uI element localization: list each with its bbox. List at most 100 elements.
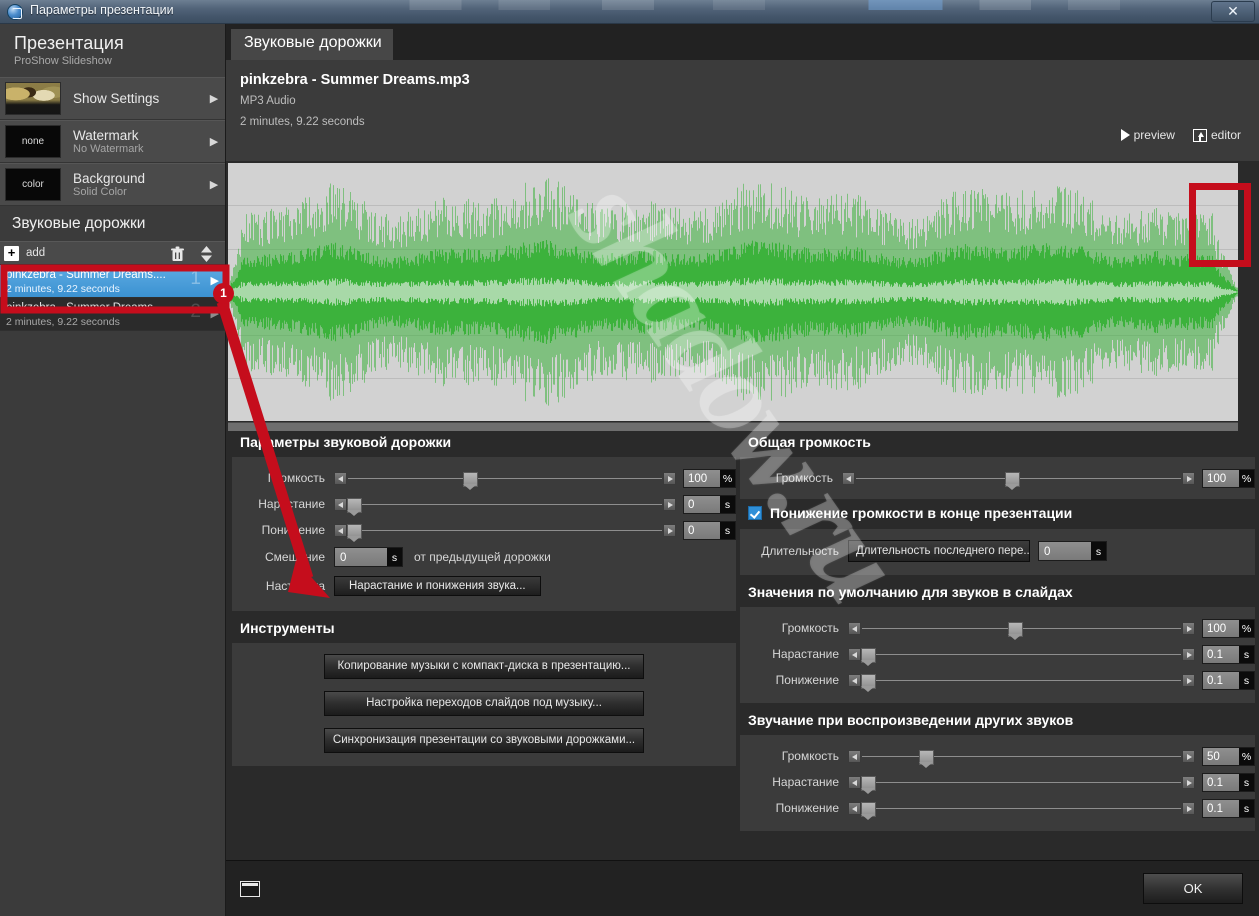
fade-duration-row: Длительность Длительность последнего пер…: [740, 536, 1255, 566]
value-unit: s: [1239, 799, 1254, 817]
decrement-button[interactable]: [334, 523, 347, 537]
decrement-button[interactable]: [848, 775, 861, 789]
slider-track[interactable]: [861, 673, 1181, 692]
decrement-button[interactable]: [848, 801, 861, 815]
decrement-button[interactable]: [848, 749, 861, 763]
sidebar-item-background[interactable]: color Background Solid Color ▶: [0, 163, 225, 206]
slider-thumb[interactable]: [347, 523, 363, 542]
slider-track[interactable]: [861, 775, 1181, 794]
value-input[interactable]: 0 s: [683, 494, 736, 514]
decrement-button[interactable]: [848, 621, 861, 635]
app-icon: [7, 4, 23, 20]
soundtracks-section-title: Звуковые дорожки: [0, 206, 225, 241]
sidebar-item-label: Show Settings: [73, 91, 160, 106]
increment-button[interactable]: [1182, 775, 1195, 789]
file-format: MP3 Audio: [240, 95, 296, 107]
trash-icon[interactable]: [170, 246, 185, 267]
tab-soundtracks[interactable]: Звуковые дорожки: [231, 29, 393, 60]
slider-thumb[interactable]: [861, 673, 877, 692]
fade-end-checkbox[interactable]: [748, 506, 762, 520]
file-actions: preview editor: [1120, 128, 1241, 142]
slider-thumb[interactable]: [861, 801, 877, 820]
decrement-button[interactable]: [334, 471, 347, 485]
sync-show-to-soundtrack-button[interactable]: Синхронизация презентации со звуковыми д…: [324, 728, 644, 753]
slider-thumb[interactable]: [861, 775, 877, 794]
slider-thumb[interactable]: [918, 749, 934, 768]
slider-track[interactable]: [347, 497, 662, 516]
sidebar-item-label: Background: [73, 170, 146, 186]
value-input[interactable]: 0.1 s: [1202, 644, 1255, 664]
sidebar-item-label: Watermark: [73, 127, 139, 143]
value-unit: %: [1239, 469, 1254, 487]
copy-cd-music-button[interactable]: Копирование музыки с компакт-диска в пре…: [324, 654, 644, 679]
value-input[interactable]: 0.1 s: [1202, 798, 1255, 818]
slider-thumb[interactable]: [347, 497, 363, 516]
value-number: 100: [684, 469, 720, 487]
increment-button[interactable]: [1182, 647, 1195, 661]
waveform-scrollbar[interactable]: [228, 422, 1238, 431]
fade-end-checkbox-row[interactable]: Понижение громкости в конце презентации: [740, 499, 1255, 529]
left-settings-column: Параметры звуковой дорожки Громкость 100…: [232, 431, 736, 772]
sync-slides-to-music-button[interactable]: Настройка переходов слайдов под музыку..…: [324, 691, 644, 716]
slideshow-photo-thumbnail: [5, 82, 61, 115]
chevron-right-icon: ▶: [209, 136, 219, 148]
table-row[interactable]: pinkzebra - Summer Dreams.... 2 minutes,…: [0, 265, 225, 298]
value-input[interactable]: 50 %: [1202, 746, 1255, 766]
group-track-params: Параметры звуковой дорожки Громкость 100…: [232, 431, 736, 611]
value-input[interactable]: 100 %: [1202, 618, 1255, 638]
close-icon[interactable]: ✕: [1211, 1, 1255, 22]
add-track-button[interactable]: + add: [4, 245, 46, 261]
value-input[interactable]: 100 %: [683, 468, 736, 488]
offset-row: Смещение 0 s от предыдущей дорожки: [232, 543, 736, 571]
increment-button[interactable]: [1182, 673, 1195, 687]
slider-track[interactable]: [347, 523, 662, 542]
fade-config-button[interactable]: Нарастание и понижения звука...: [334, 576, 541, 596]
value-unit: s: [720, 521, 735, 539]
decrement-button[interactable]: [842, 471, 855, 485]
table-row[interactable]: pinkzebra - Summer Dreams.... 2 minutes,…: [0, 298, 225, 331]
sidebar-item-show-settings[interactable]: Show Settings ▶: [0, 77, 225, 120]
file-duration: 2 minutes, 9.22 seconds: [240, 116, 365, 128]
slider-row-other-volume: Громкость 50 %: [740, 743, 1255, 769]
audio-waveform[interactable]: [228, 163, 1238, 421]
decrement-button[interactable]: [848, 673, 861, 687]
titlebar-background-glints: [380, 0, 1120, 10]
slider-thumb[interactable]: [463, 471, 479, 490]
play-icon: [1120, 129, 1130, 141]
increment-button[interactable]: [1182, 471, 1195, 485]
value-input[interactable]: 0.1 s: [1202, 670, 1255, 690]
ok-button[interactable]: OK: [1143, 873, 1243, 904]
value-input[interactable]: 0.1 s: [1202, 772, 1255, 792]
slider-track[interactable]: [861, 801, 1181, 820]
slider-track[interactable]: [861, 647, 1181, 666]
value-input[interactable]: 100 %: [1202, 468, 1255, 488]
increment-button[interactable]: [663, 471, 676, 485]
panel-toggle-icon[interactable]: [240, 881, 260, 897]
duration-select[interactable]: Длительность последнего пере...: [848, 540, 1030, 562]
add-track-label: add: [26, 247, 46, 259]
editor-button[interactable]: editor: [1192, 128, 1241, 142]
slider-track[interactable]: [348, 471, 662, 490]
value-input[interactable]: 0 s: [683, 520, 736, 540]
increment-button[interactable]: [1182, 621, 1195, 635]
group-other-sounds: Звучание при воспроизведении других звук…: [740, 709, 1255, 831]
slider-thumb[interactable]: [1008, 621, 1024, 640]
increment-button[interactable]: [663, 497, 676, 511]
increment-button[interactable]: [1182, 749, 1195, 763]
slider-thumb[interactable]: [1005, 471, 1020, 490]
slider-label: Громкость: [775, 471, 833, 485]
duration-seconds-input[interactable]: 0 s: [1038, 541, 1107, 561]
decrement-button[interactable]: [334, 497, 347, 511]
increment-button[interactable]: [663, 523, 676, 537]
offset-input[interactable]: 0 s: [334, 547, 403, 567]
slider-track[interactable]: [856, 471, 1181, 490]
preview-button[interactable]: preview: [1120, 128, 1175, 142]
increment-button[interactable]: [1182, 801, 1195, 815]
slider-label: Понижение: [775, 673, 839, 687]
slider-thumb[interactable]: [861, 647, 877, 666]
slider-track[interactable]: [862, 621, 1181, 640]
sidebar-item-watermark[interactable]: none Watermark No Watermark ▶: [0, 120, 225, 163]
slider-track[interactable]: [862, 749, 1181, 768]
decrement-button[interactable]: [848, 647, 861, 661]
slider-label: Громкость: [781, 749, 839, 763]
